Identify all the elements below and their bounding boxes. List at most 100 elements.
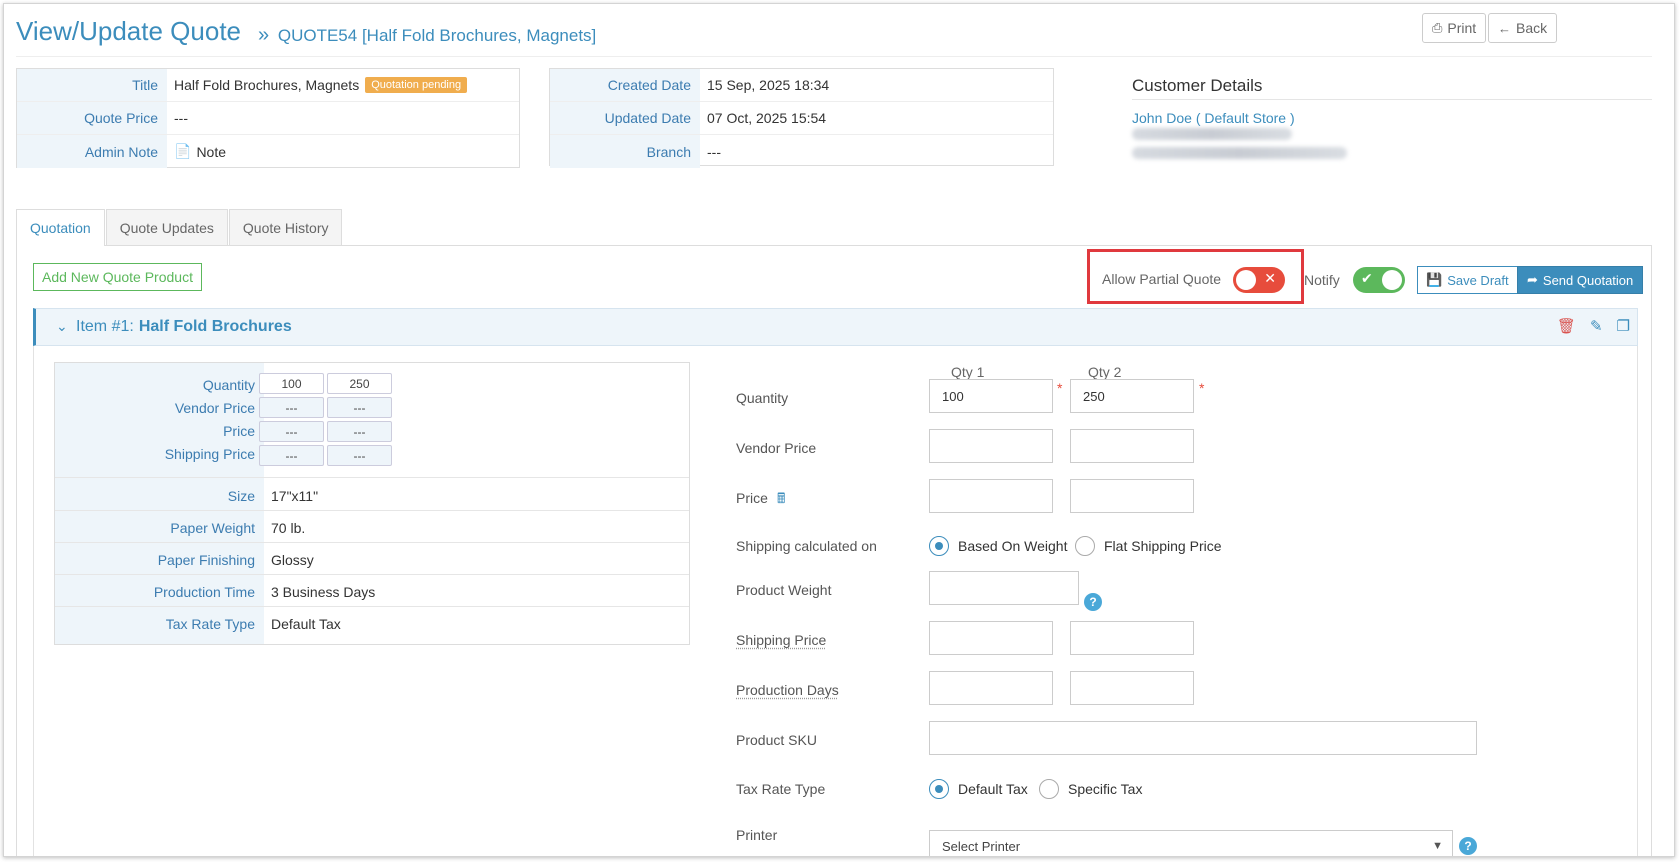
spec-price-1: ---: [259, 421, 324, 442]
product-sku-input[interactable]: [929, 721, 1477, 755]
shipping-price-2-input[interactable]: [1070, 621, 1194, 655]
price-2-input[interactable]: [1070, 479, 1194, 513]
spec-vendor-price-label: Vendor Price: [174, 400, 255, 416]
item-header[interactable]: ⌄ Item #1: Half Fold Brochures: [33, 308, 1638, 346]
tab-quote-history[interactable]: Quote History: [228, 209, 343, 245]
quote-price-value: ---: [174, 110, 188, 126]
ship-flat-price-radio[interactable]: Flat Shipping Price: [1075, 536, 1222, 556]
spec-quantity-label: Quantity: [202, 377, 255, 393]
created-date-value: 15 Sep, 2025 18:34: [707, 77, 830, 93]
info-row-updated: Updated Date 07 Oct, 2025 15:54: [550, 102, 1053, 135]
help-icon[interactable]: ?: [1084, 593, 1102, 611]
spec-shipping-1: ---: [259, 445, 324, 466]
updated-date-value: 07 Oct, 2025 15:54: [707, 110, 827, 126]
save-draft-button[interactable]: 💾 Save Draft: [1417, 266, 1518, 294]
edit-icon[interactable]: ✎: [1590, 317, 1603, 335]
copy-icon[interactable]: ❐: [1617, 317, 1630, 335]
quantity-1-input[interactable]: 100: [929, 379, 1053, 413]
tab-quotation[interactable]: Quotation: [16, 209, 105, 246]
status-badge: Quotation pending: [365, 77, 468, 93]
add-quote-product-button[interactable]: Add New Quote Product: [33, 263, 202, 291]
item-number: Item #1:: [76, 318, 134, 335]
print-button[interactable]: ⎙ Print: [1422, 13, 1487, 43]
vendor-price-2-input[interactable]: [1070, 429, 1194, 463]
vendor-price-label: Vendor Price: [736, 440, 817, 456]
spec-row-value: 3 Business Days: [271, 584, 376, 600]
production-days-2-input[interactable]: [1070, 671, 1194, 705]
help-icon[interactable]: ?: [1459, 837, 1477, 855]
info-row-note: Admin Note 📄 Note: [17, 135, 519, 168]
double-chevron-icon: »: [258, 24, 270, 46]
product-weight-input[interactable]: [929, 571, 1079, 605]
arrow-left-icon: ←: [1498, 20, 1511, 36]
spec-shipping-price-label: Shipping Price: [164, 446, 255, 462]
quote-info-table: Title Half Fold Brochures, Magnets Quota…: [16, 68, 520, 168]
dates-table: Created Date 15 Sep, 2025 18:34 Updated …: [549, 68, 1054, 168]
spec-price-2: ---: [327, 421, 392, 442]
calculator-icon[interactable]: 🖩: [777, 488, 785, 512]
qty-1-header: Qty 1: [951, 364, 985, 380]
spec-row-value: Glossy: [271, 552, 314, 568]
info-row-branch: Branch ---: [550, 135, 1053, 168]
share-arrow-icon: ➦: [1527, 272, 1538, 287]
spec-shipping-2: ---: [327, 445, 392, 466]
vendor-price-1-input[interactable]: [929, 429, 1053, 463]
spec-row-label: Size: [227, 488, 255, 504]
price-label: Price: [736, 490, 768, 506]
production-days-1-input[interactable]: [929, 671, 1053, 705]
spec-vendor-price-1: ---: [259, 397, 324, 418]
tax-specific-radio[interactable]: Specific Tax: [1039, 779, 1142, 799]
app-window: View/Update Quote » QUOTE54 [Half Fold B…: [3, 3, 1675, 857]
printer-label: Printer: [736, 827, 778, 843]
quantity-label: Quantity: [736, 390, 789, 406]
spec-row-label: Paper Finishing: [157, 552, 255, 568]
customer-name-link[interactable]: John Doe ( Default Store ): [1132, 110, 1295, 126]
printer-icon: ⎙: [1432, 20, 1443, 35]
shipping-price-1-input[interactable]: [929, 621, 1053, 655]
quote-title-value: Half Fold Brochures, Magnets: [174, 77, 360, 93]
tab-bar: Quotation Quote Updates Quote History: [16, 209, 343, 246]
product-sku-label: Product SKU: [736, 732, 817, 748]
tax-default-radio[interactable]: Default Tax: [929, 779, 1028, 799]
spec-row-label: Paper Weight: [170, 520, 255, 536]
spec-row-label: Production Time: [153, 584, 255, 600]
required-mark: *: [1057, 380, 1063, 396]
spec-row-value: Default Tax: [271, 616, 341, 632]
spec-row-value: 17"x11": [271, 488, 319, 504]
tax-rate-label: Tax Rate Type: [736, 781, 826, 797]
shipping-price-label: Shipping Price: [736, 632, 827, 648]
trash-icon[interactable]: 🗑: [1557, 317, 1576, 335]
product-spec-table: Quantity Vendor Price Price Shipping Pri…: [54, 362, 690, 645]
page-title: View/Update Quote: [16, 16, 241, 46]
printer-select[interactable]: Select Printer ▼: [929, 830, 1453, 856]
quantity-2-input[interactable]: 250: [1070, 379, 1194, 413]
notify-label: Notify: [1304, 272, 1340, 288]
breadcrumb: » QUOTE54 [Half Fold Brochures, Magnets]: [258, 24, 596, 47]
spec-qty-1: 100: [259, 373, 324, 394]
price-1-input[interactable]: [929, 479, 1053, 513]
info-row-title: Title Half Fold Brochures, Magnets Quota…: [17, 69, 519, 102]
header-divider: [16, 56, 1652, 57]
notify-toggle[interactable]: ✔: [1353, 267, 1405, 293]
back-button[interactable]: ← Back: [1488, 13, 1558, 43]
product-weight-label: Product Weight: [736, 582, 832, 598]
x-icon: ✕: [1264, 270, 1276, 286]
allow-partial-label: Allow Partial Quote: [1102, 271, 1222, 287]
chevron-down-icon: ⌄: [56, 318, 68, 334]
spec-row-value: 70 lb.: [271, 520, 306, 536]
spec-qty-2: 250: [327, 373, 392, 394]
send-quotation-button[interactable]: ➦ Send Quotation: [1517, 266, 1644, 294]
branch-value: ---: [707, 143, 721, 160]
ship-based-on-weight-radio[interactable]: Based On Weight: [929, 536, 1067, 556]
info-row-created: Created Date 15 Sep, 2025 18:34: [550, 69, 1053, 102]
admin-note-link[interactable]: 📄 Note: [167, 143, 226, 160]
document-icon: 📄: [174, 143, 192, 159]
redacted-email: [1132, 128, 1292, 140]
allow-partial-toggle[interactable]: ✕: [1233, 267, 1285, 293]
breadcrumb-quote: QUOTE54 [Half Fold Brochures, Magnets]: [277, 26, 597, 45]
qty-2-header: Qty 2: [1088, 364, 1122, 380]
production-days-label: Production Days: [736, 682, 839, 698]
floppy-disk-icon: 💾: [1426, 272, 1443, 287]
tab-quote-updates[interactable]: Quote Updates: [105, 209, 228, 245]
check-icon: ✔: [1361, 270, 1373, 286]
